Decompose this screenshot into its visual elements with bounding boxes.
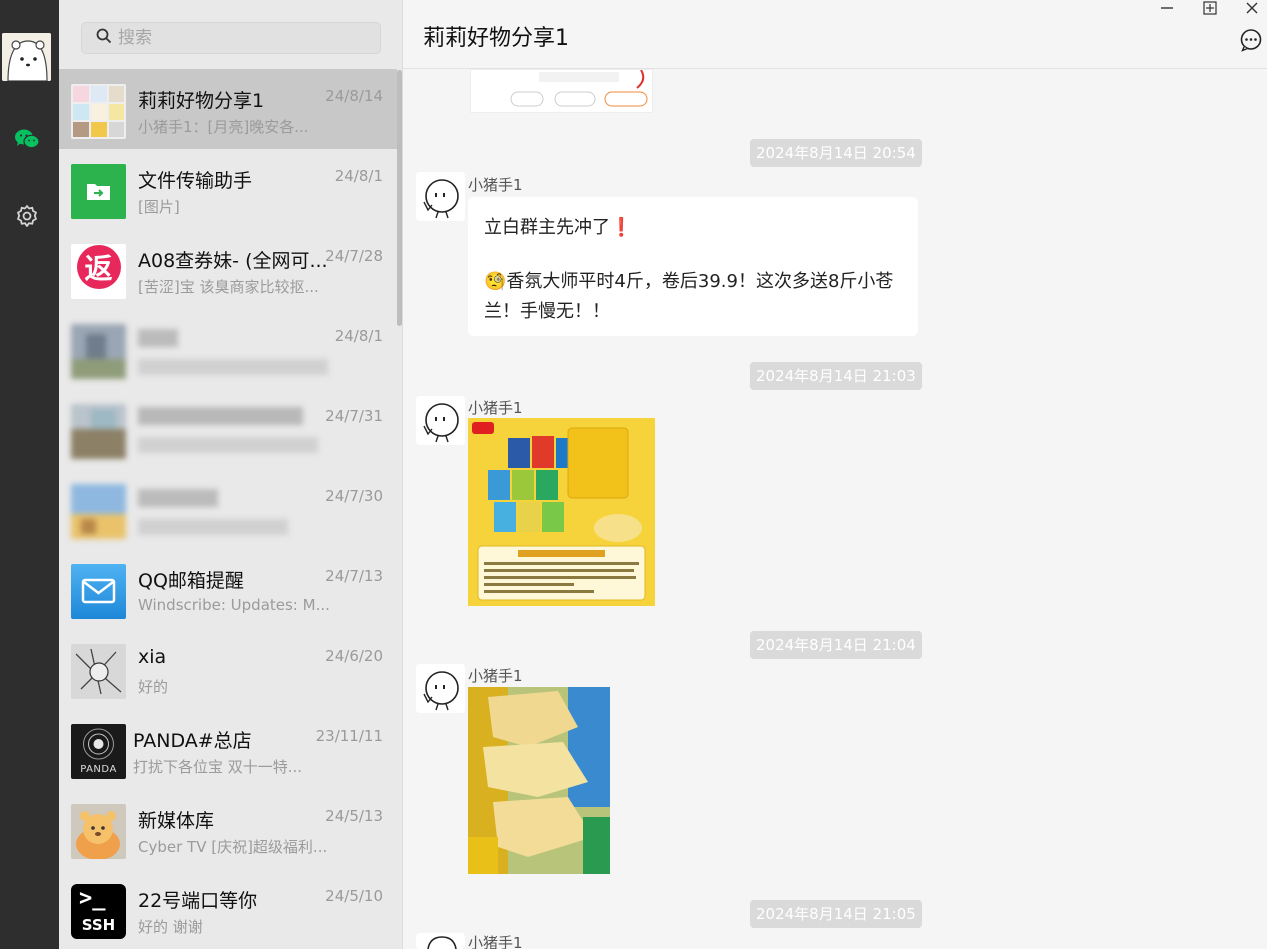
conversation-preview: 打扰下各位宝 双十一特... (133, 758, 303, 776)
sender-avatar[interactable] (416, 396, 465, 445)
group-avatar (71, 84, 126, 139)
message-text-line: 香氛大师平时4斤，卷后39.9！这次多送8斤小苍兰！手慢无！！ (484, 271, 894, 322)
blurred-name (138, 407, 303, 425)
minimize-icon[interactable] (1155, 0, 1179, 16)
timestamp-badge: 2024年8月14日 21:05 (750, 900, 922, 928)
blurred-avatar (71, 404, 126, 459)
conversation-item[interactable]: 24/8/1 (59, 309, 397, 389)
search-box[interactable] (81, 22, 381, 54)
close-icon[interactable] (1240, 0, 1264, 16)
conversation-time: 23/11/11 (315, 727, 383, 745)
conversation-preview: [苦涩]宝 该臭商家比较抠... (138, 278, 319, 296)
maximize-icon[interactable] (1198, 0, 1222, 16)
exclamation-icon: ❗ (610, 217, 633, 238)
text-message-bubble[interactable]: 立白群主先冲了❗ 🧐香氛大师平时4斤，卷后39.9！这次多送8斤小苍兰！手慢无！… (468, 197, 918, 336)
panda-logo-text: PANDA (80, 764, 117, 775)
conversation-time: 24/5/10 (325, 887, 383, 905)
conversation-name: xia (138, 646, 167, 668)
sender-name: 小猪手1 (468, 176, 523, 194)
sender-name: 小猪手1 (468, 399, 523, 417)
blurred-preview (138, 519, 288, 535)
blurred-name (138, 489, 218, 507)
nav-sidebar (0, 0, 59, 949)
chat-icon[interactable] (14, 126, 40, 152)
conversation-time: 24/7/30 (325, 487, 383, 505)
conversation-preview: Cyber TV [庆祝]超级福利... (138, 838, 328, 856)
conversation-time: 24/7/13 (325, 567, 383, 585)
conversation-name: 莉莉好物分享1 (138, 90, 265, 112)
conversation-item[interactable]: 返 A08查券妹- (全网可... 24/7/28 [苦涩]宝 该臭商家比较抠.… (59, 229, 397, 309)
conversation-name: 新媒体库 (138, 810, 215, 832)
terminal-prompt: >_ (79, 886, 106, 911)
chat-header: 莉莉好物分享1 (403, 0, 1267, 69)
conversation-preview: 小猪手1：[月亮]晚安各... (138, 118, 309, 136)
conversation-item[interactable]: PANDA PANDA#总店 23/11/11 打扰下各位宝 双十一特... (59, 709, 397, 789)
conversation-item[interactable]: 文件传输助手 24/8/1 [图片] (59, 149, 397, 229)
sender-name: 小猪手1 (468, 934, 523, 949)
conversation-time: 24/8/1 (334, 327, 383, 345)
blurred-preview (138, 437, 318, 453)
sender-avatar[interactable] (416, 172, 465, 221)
fanli-avatar: 返 (71, 244, 126, 299)
panda-avatar: PANDA (71, 724, 126, 779)
conversation-item[interactable]: QQ邮箱提醒 24/7/13 Windscribe: Updates: M... (59, 549, 397, 629)
chat-panel: 莉莉好物分享1 2024年8月14日 20:54 小猪手1 立白群主先冲了❗ 🧐… (403, 0, 1267, 949)
chat-info-icon[interactable] (1239, 28, 1263, 52)
conversation-time: 24/6/20 (325, 647, 383, 665)
timestamp-badge: 2024年8月14日 21:03 (750, 362, 922, 390)
conversation-item[interactable]: 新媒体库 24/5/13 Cyber TV [庆祝]超级福利... (59, 789, 397, 869)
search-icon (96, 28, 112, 48)
conversation-name: 22号端口等你 (138, 890, 258, 912)
conversation-preview: 好的 (138, 678, 169, 696)
conversation-scrollbar[interactable] (397, 70, 402, 326)
conversation-name: PANDA#总店 (133, 730, 252, 752)
conversation-item[interactable]: 24/7/30 (59, 469, 397, 549)
conversation-list: 莉莉好物分享1 24/8/14 小猪手1：[月亮]晚安各... 文件传输助手 2… (59, 0, 403, 949)
blurred-avatar (71, 484, 126, 539)
conversation-name: A08查券妹- (全网可... (138, 250, 328, 272)
conversation-item[interactable]: >_ SSH 22号端口等你 24/5/10 好的 谢谢 (59, 869, 397, 949)
fanli-logo: 返 (76, 245, 121, 289)
conversation-time: 24/5/13 (325, 807, 383, 825)
sender-name: 小猪手1 (468, 667, 523, 685)
contact-avatar (71, 644, 126, 699)
conversation-item[interactable]: xia 24/6/20 好的 (59, 629, 397, 709)
conversation-time: 24/8/14 (325, 87, 383, 105)
timestamp-badge: 2024年8月14日 21:04 (750, 631, 922, 659)
ssh-avatar: >_ SSH (71, 884, 126, 939)
conversation-name: 文件传输助手 (138, 170, 253, 192)
settings-icon[interactable] (14, 203, 40, 229)
user-avatar[interactable] (2, 33, 51, 81)
wechat-window: 莉莉好物分享1 24/8/14 小猪手1：[月亮]晚安各... 文件传输助手 2… (0, 0, 1267, 949)
search-input[interactable] (118, 28, 358, 48)
bear-avatar (71, 804, 126, 859)
conversation-preview: Windscribe: Updates: M... (138, 596, 330, 614)
conversation-item[interactable]: 莉莉好物分享1 24/8/14 小猪手1：[月亮]晚安各... (59, 69, 397, 149)
qq-mail-avatar (71, 564, 126, 619)
chat-title: 莉莉好物分享1 (423, 26, 569, 51)
thinking-face-icon: 🧐 (484, 271, 507, 292)
file-transfer-icon (71, 164, 126, 219)
conversation-time: 24/7/31 (325, 407, 383, 425)
sender-avatar[interactable] (416, 933, 465, 949)
blurred-avatar (71, 324, 126, 379)
message-text-line: 立白群主先冲了 (484, 217, 610, 238)
chips-promo-image[interactable] (468, 418, 655, 606)
conversation-item[interactable]: 24/7/31 (59, 389, 397, 469)
previous-image-message[interactable] (470, 69, 653, 113)
conversation-time: 24/8/1 (334, 167, 383, 185)
chips-photo-image[interactable] (468, 687, 610, 874)
timestamp-badge: 2024年8月14日 20:54 (750, 139, 922, 167)
blurred-preview (138, 359, 328, 375)
sender-avatar[interactable] (416, 664, 465, 713)
conversation-name: QQ邮箱提醒 (138, 570, 244, 592)
conversation-preview: 好的 谢谢 (138, 918, 203, 936)
blurred-name (138, 329, 178, 347)
ssh-label: SSH (81, 916, 116, 934)
conversation-time: 24/7/28 (325, 247, 383, 265)
conversation-preview: [图片] (138, 198, 180, 216)
